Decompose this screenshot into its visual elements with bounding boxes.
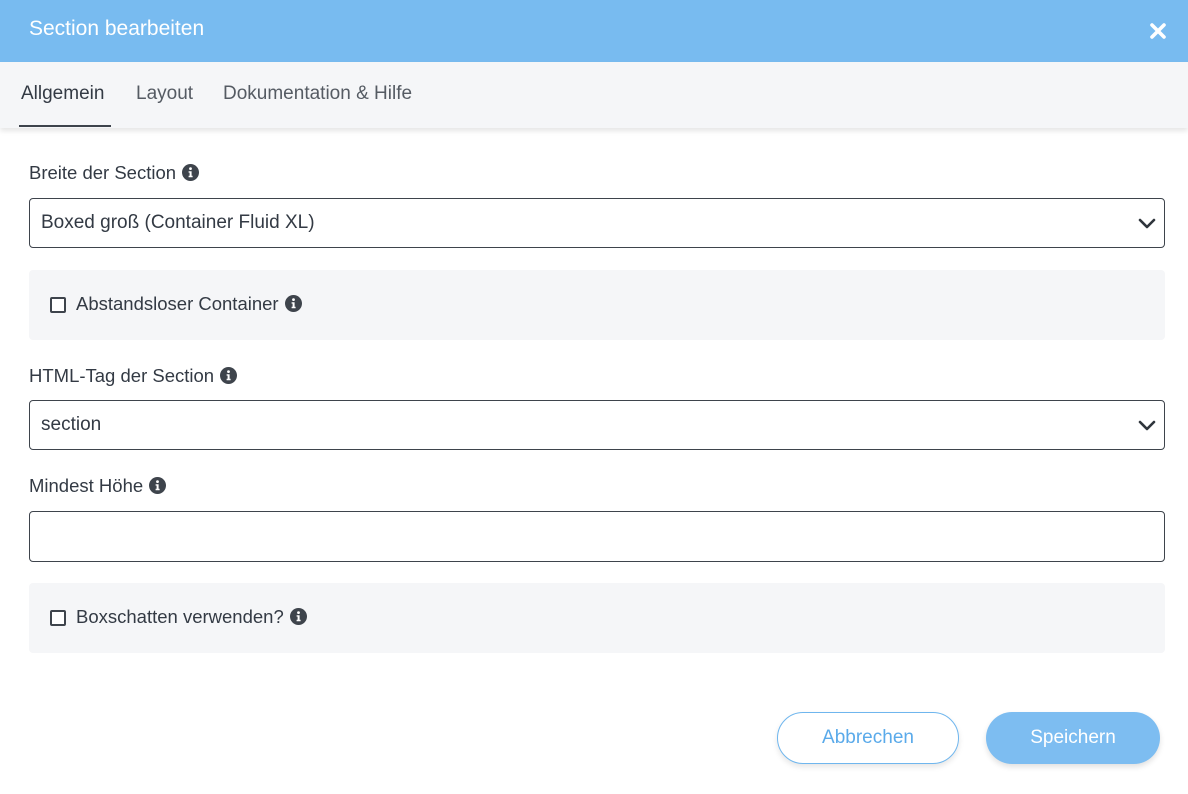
html-tag-field-label: HTML-Tag der Section [29, 365, 238, 387]
width-select[interactable]: Boxed groß (Container Fluid XL) [29, 198, 1165, 248]
width-select-value: Boxed groß (Container Fluid XL) [41, 212, 315, 233]
tab-layout[interactable]: Layout [136, 83, 193, 105]
box-shadow-checkbox[interactable] [50, 610, 66, 626]
info-icon[interactable] [284, 295, 302, 312]
min-height-field-label: Mindest Höhe [29, 475, 167, 497]
cancel-button[interactable]: Abbrechen [777, 712, 959, 764]
width-field-label: Breite der Section [29, 162, 200, 184]
dialog-title: Section bearbeiten [29, 17, 205, 40]
chevron-down-icon [1138, 218, 1156, 229]
box-shadow-panel: Boxschatten verwenden? [29, 583, 1165, 653]
no-gap-label-text: Abstandsloser Container [76, 293, 279, 314]
html-tag-select-value: section [41, 414, 102, 435]
no-gap-panel: Abstandsloser Container [29, 270, 1165, 340]
close-icon[interactable] [1145, 18, 1171, 44]
info-icon[interactable] [220, 367, 238, 384]
no-gap-field-label: Abstandsloser Container [76, 293, 302, 315]
no-gap-checkbox[interactable] [50, 297, 66, 313]
min-height-label-text: Mindest Höhe [29, 475, 144, 496]
save-button[interactable]: Speichern [986, 712, 1160, 764]
tab-allgemein[interactable]: Allgemein [21, 83, 104, 105]
box-shadow-label-text: Boxschatten verwenden? [76, 606, 284, 627]
box-shadow-field-label: Boxschatten verwenden? [76, 606, 307, 628]
chevron-down-icon [1138, 420, 1156, 431]
width-label-text: Breite der Section [29, 162, 177, 183]
info-icon[interactable] [149, 477, 167, 494]
dialog-header: Section bearbeiten [0, 0, 1188, 62]
min-height-input[interactable] [29, 511, 1165, 562]
html-tag-label-text: HTML-Tag der Section [29, 365, 215, 386]
info-icon[interactable] [182, 164, 200, 181]
html-tag-select[interactable]: section [29, 400, 1165, 450]
tab-dokumentation-hilfe[interactable]: Dokumentation & Hilfe [223, 83, 412, 105]
tab-bar: Allgemein Layout Dokumentation & Hilfe [0, 62, 1188, 128]
info-icon[interactable] [289, 608, 307, 625]
active-tab-indicator [19, 125, 111, 127]
